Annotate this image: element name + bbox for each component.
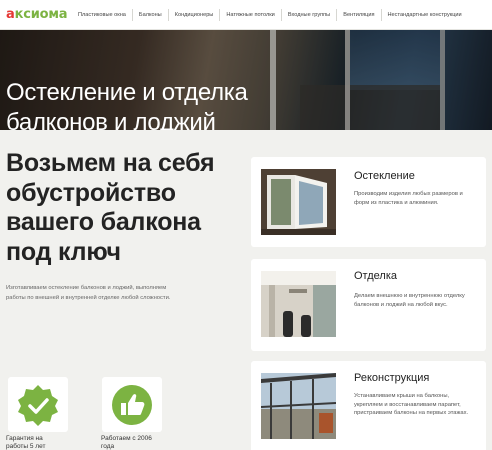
brand-logo[interactable]: акcиома	[0, 7, 72, 22]
nav-item-custom-structures[interactable]: Нестандартные конструкции	[382, 9, 468, 21]
intro-title: Возьмем на себя обустройство вашего балк…	[6, 149, 215, 266]
service-image-finishing	[261, 271, 336, 337]
nav-item-entrance-groups[interactable]: Входные группы	[282, 8, 338, 21]
service-text-reconstruction: Устанавливаем крыши на балконы, укрепляе…	[354, 393, 469, 416]
check-badge-icon	[18, 385, 58, 426]
logo-text: кcиома	[14, 7, 68, 22]
service-card-reconstruction[interactable]: Реконструкция Устанавливаем крыши на бал…	[251, 361, 486, 450]
thumbs-up-icon	[112, 385, 152, 425]
nav-item-air-conditioners[interactable]: Кондиционеры	[169, 8, 221, 21]
service-card-glazing[interactable]: Остекление Производим изделия любых разм…	[251, 157, 486, 247]
logo-accent-letter: а	[6, 7, 15, 22]
warranty-badge-label: Гарантия на работы 5 лет	[6, 435, 46, 450]
nav-item-ventilation[interactable]: Вентиляция	[337, 8, 382, 21]
nav-item-balconies[interactable]: Балконы	[133, 8, 169, 21]
service-text-finishing: Делаем внешнюю и внутреннюю отделку балк…	[354, 293, 465, 308]
main-menu: Пластиковые окна Балконы Кондиционеры На…	[72, 0, 468, 30]
service-card-finishing[interactable]: Отделка Делаем внешнюю и внутреннюю отде…	[251, 259, 486, 351]
warranty-badge	[8, 377, 68, 432]
service-text-glazing: Производим изделия любых размеров и форм…	[354, 191, 463, 206]
top-navigation-bar: акcиома Пластиковые окна Балконы Кондици…	[0, 0, 492, 30]
hero-title: Остекление и отделка балконов и лоджий	[6, 79, 248, 130]
nav-item-stretch-ceilings[interactable]: Натяжные потолки	[220, 8, 282, 21]
nav-item-plastic-windows[interactable]: Пластиковые окна	[72, 8, 133, 21]
service-title-finishing: Отделка	[354, 270, 397, 282]
hero-banner: Остекление и отделка балконов и лоджий	[0, 30, 492, 130]
intro-description: Изготавливаем остекление балконов и лодж…	[6, 285, 171, 301]
service-image-reconstruction	[261, 373, 336, 439]
service-title-glazing: Остекление	[354, 170, 415, 182]
service-image-glazing	[261, 169, 336, 235]
experience-badge-label: Работаем с 2006 года	[101, 435, 152, 450]
service-title-reconstruction: Реконструкция	[354, 372, 430, 384]
experience-badge	[102, 377, 162, 432]
